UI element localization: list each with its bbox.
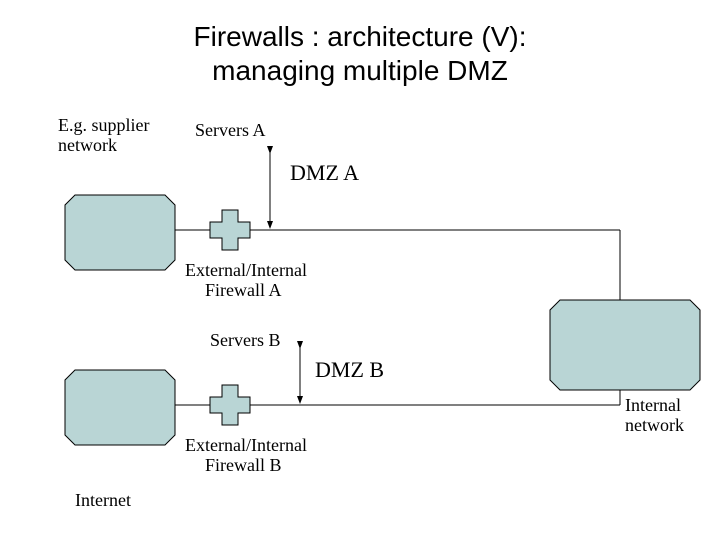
- firewall-b-label-1: External/Internal: [185, 435, 307, 456]
- dmz-b-label: DMZ B: [315, 357, 384, 383]
- servers-a-label: Servers A: [195, 120, 266, 141]
- firewall-a-label-1: External/Internal: [185, 260, 307, 281]
- internet-label: Internet: [75, 490, 131, 511]
- firewall-b-label-2: Firewall B: [205, 455, 282, 476]
- supplier-label-1: E.g. supplier: [58, 115, 150, 136]
- diagram-svg: [0, 0, 720, 540]
- internal-label-2: network: [625, 415, 684, 436]
- internal-network-shape: [550, 300, 700, 390]
- dmz-a-label: DMZ A: [290, 160, 359, 186]
- diagram-stage: Firewalls : architecture (V): managing m…: [0, 0, 720, 540]
- servers-b-label: Servers B: [210, 330, 281, 351]
- internal-label-1: Internal: [625, 395, 681, 416]
- supplier-network-shape: [65, 195, 175, 270]
- firewall-a-shape: [210, 210, 250, 250]
- internet-shape: [65, 370, 175, 445]
- firewall-a-label-2: Firewall A: [205, 280, 282, 301]
- firewall-b-shape: [210, 385, 250, 425]
- supplier-label-2: network: [58, 135, 117, 156]
